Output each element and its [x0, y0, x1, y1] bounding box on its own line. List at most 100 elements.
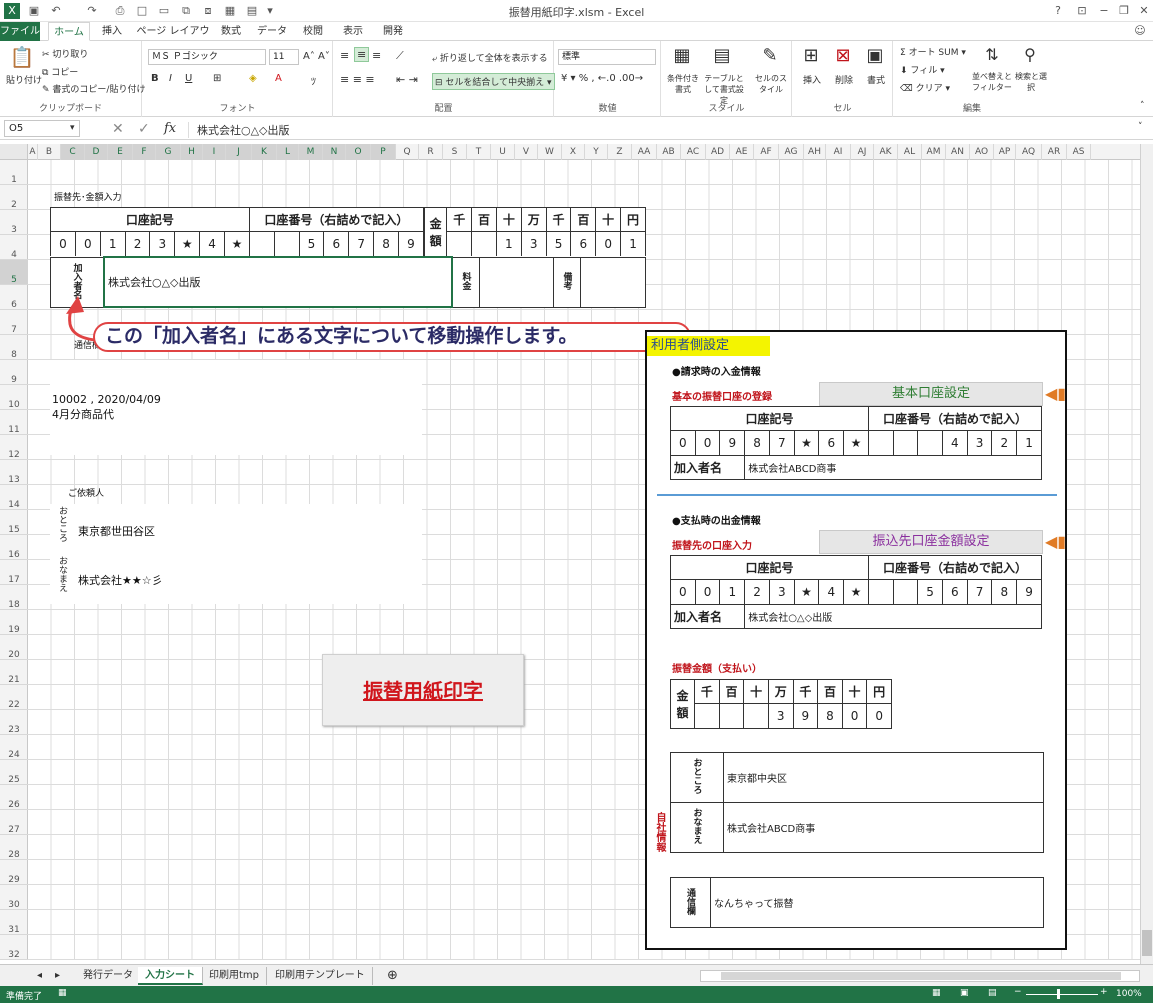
column-header-an[interactable]: AN: [946, 144, 970, 160]
format-cells-icon[interactable]: ▣: [863, 45, 887, 66]
column-header-ak[interactable]: AK: [874, 144, 898, 160]
paste-icon[interactable]: 📋: [8, 45, 36, 71]
row-header-3[interactable]: 3: [0, 210, 28, 235]
payee-amount-button[interactable]: 振込先口座金額設定: [819, 530, 1043, 554]
pay-acct-digit-cell[interactable]: 4: [818, 579, 845, 605]
recv-acct-digit-cell[interactable]: 0: [694, 430, 721, 456]
column-header-g[interactable]: G: [156, 144, 181, 160]
bold-icon[interactable]: B: [151, 73, 159, 84]
column-header-q[interactable]: Q: [396, 144, 419, 160]
currency-icon[interactable]: ¥ ▾ % , ←.0 .00→: [561, 73, 643, 84]
column-header-j[interactable]: J: [226, 144, 252, 160]
column-header-i[interactable]: I: [203, 144, 226, 160]
fee-cell[interactable]: [479, 256, 554, 308]
align-left-icon[interactable]: ≡ ≡ ≡: [340, 73, 375, 86]
orientation-icon[interactable]: ⟋: [396, 49, 404, 63]
row-header-14[interactable]: 14: [0, 485, 28, 510]
autosum-button[interactable]: Σ オート SUM ▾: [900, 45, 966, 58]
normal-view-icon[interactable]: ▦: [932, 988, 941, 998]
column-header-r[interactable]: R: [419, 144, 443, 160]
cell-styles-button[interactable]: セルのスタイル: [752, 73, 790, 95]
format-painter-button[interactable]: ✎ 書式のコピー/貼り付け: [42, 82, 145, 95]
left-acct-digit-cell[interactable]: ★: [224, 231, 250, 257]
row-header-20[interactable]: 20: [0, 635, 28, 660]
tab-view[interactable]: 表示: [336, 22, 370, 41]
column-header-d[interactable]: D: [85, 144, 108, 160]
format-cells-button[interactable]: 書式: [867, 73, 885, 86]
column-header-aj[interactable]: AJ: [851, 144, 874, 160]
left-acct-digit-cell[interactable]: 1: [99, 231, 126, 257]
note-cell[interactable]: [580, 256, 646, 308]
tab-page-layout[interactable]: ページ レイアウト: [134, 22, 212, 56]
recv-acct-digit-cell[interactable]: [867, 430, 894, 456]
page-break-view-icon[interactable]: ▤: [988, 988, 997, 998]
column-header-ag[interactable]: AG: [779, 144, 804, 160]
tab-insert[interactable]: 挿入: [96, 22, 128, 41]
name-box-dropdown-icon[interactable]: ▾: [70, 123, 75, 133]
column-header-p[interactable]: P: [371, 144, 396, 160]
cancel-entry-icon[interactable]: ✕: [112, 121, 124, 137]
left-acct-digit-cell[interactable]: 0: [74, 231, 101, 257]
font-size-dropdown[interactable]: 11: [269, 49, 299, 65]
find-select-button[interactable]: 検索と選択: [1014, 71, 1048, 93]
pay-acct-digit-cell[interactable]: 7: [966, 579, 993, 605]
recv-acct-digit-cell[interactable]: 3: [966, 430, 993, 456]
recv-acct-digit-cell[interactable]: 0: [670, 430, 696, 456]
left-acct-digit-cell[interactable]: 5: [298, 231, 325, 257]
pay-acct-digit-cell[interactable]: 6: [941, 579, 968, 605]
column-header-as[interactable]: AS: [1067, 144, 1091, 160]
minimize-icon[interactable]: −: [1094, 2, 1114, 20]
zoom-slider[interactable]: [1026, 994, 1098, 995]
row-header-28[interactable]: 28: [0, 835, 28, 860]
left-acct-digit-cell[interactable]: 6: [323, 231, 350, 257]
column-header-f[interactable]: F: [133, 144, 156, 160]
row-header-32[interactable]: 32: [0, 935, 28, 960]
font-name-dropdown[interactable]: ＭＳ Ｐゴシック: [148, 49, 266, 65]
left-amount-cell[interactable]: 1: [620, 231, 646, 257]
pay-amount-cell[interactable]: 0: [866, 703, 892, 729]
column-header-ac[interactable]: AC: [681, 144, 706, 160]
underline-icon[interactable]: U: [185, 73, 192, 84]
recv-acct-digit-cell[interactable]: 8: [744, 430, 770, 456]
restore-icon[interactable]: ❐: [1114, 2, 1134, 20]
left-acct-digit-cell[interactable]: 7: [348, 231, 375, 257]
row-header-16[interactable]: 16: [0, 535, 28, 560]
tab-home[interactable]: ホーム: [48, 22, 90, 41]
left-amount-cell[interactable]: 5: [545, 231, 572, 257]
delete-cells-icon[interactable]: ⊠: [831, 45, 855, 66]
name-value[interactable]: 株式会社★★☆彡: [78, 572, 163, 588]
tab-formulas[interactable]: 数式: [216, 22, 246, 41]
row-header-31[interactable]: 31: [0, 910, 28, 935]
pay-acct-digit-cell[interactable]: 1: [719, 579, 746, 605]
tab-review[interactable]: 校閲: [296, 22, 330, 41]
insert-function-icon[interactable]: fx: [164, 121, 176, 136]
left-amount-cell[interactable]: 1: [495, 231, 522, 257]
paste-button[interactable]: 貼り付け: [6, 73, 42, 86]
column-header-al[interactable]: AL: [898, 144, 922, 160]
row-header-30[interactable]: 30: [0, 885, 28, 910]
recv-acct-digit-cell[interactable]: [892, 430, 919, 456]
align-middle-icon[interactable]: ≡: [354, 47, 370, 62]
tab-data[interactable]: データ: [254, 22, 290, 41]
column-header-ad[interactable]: AD: [706, 144, 730, 160]
zoom-slider-thumb[interactable]: [1057, 989, 1060, 999]
column-header-h[interactable]: H: [181, 144, 203, 160]
column-header-ah[interactable]: AH: [804, 144, 826, 160]
tab-file[interactable]: ファイル: [0, 22, 40, 41]
expand-formula-icon[interactable]: ˅: [1138, 122, 1143, 132]
font-grow-icon[interactable]: A˄ A˅: [303, 51, 330, 62]
left-acct-digit-cell[interactable]: ★: [174, 231, 201, 257]
left-amount-cell[interactable]: 3: [520, 231, 547, 257]
conditional-format-icon[interactable]: ▦: [670, 45, 694, 66]
column-header-s[interactable]: S: [443, 144, 467, 160]
horizontal-scrollbar[interactable]: [700, 970, 1140, 982]
delete-cells-button[interactable]: 削除: [835, 73, 853, 86]
tab-scroll-left-icon[interactable]: ◂: [30, 967, 49, 985]
column-header-u[interactable]: U: [491, 144, 515, 160]
row-header-15[interactable]: 15: [0, 510, 28, 535]
left-amount-cell[interactable]: 0: [595, 231, 622, 257]
column-header-z[interactable]: Z: [608, 144, 632, 160]
cut-button[interactable]: ✂ 切り取り: [42, 47, 88, 60]
pay-acct-digit-cell[interactable]: 0: [670, 579, 696, 605]
confirm-entry-icon[interactable]: ✓: [138, 121, 150, 137]
